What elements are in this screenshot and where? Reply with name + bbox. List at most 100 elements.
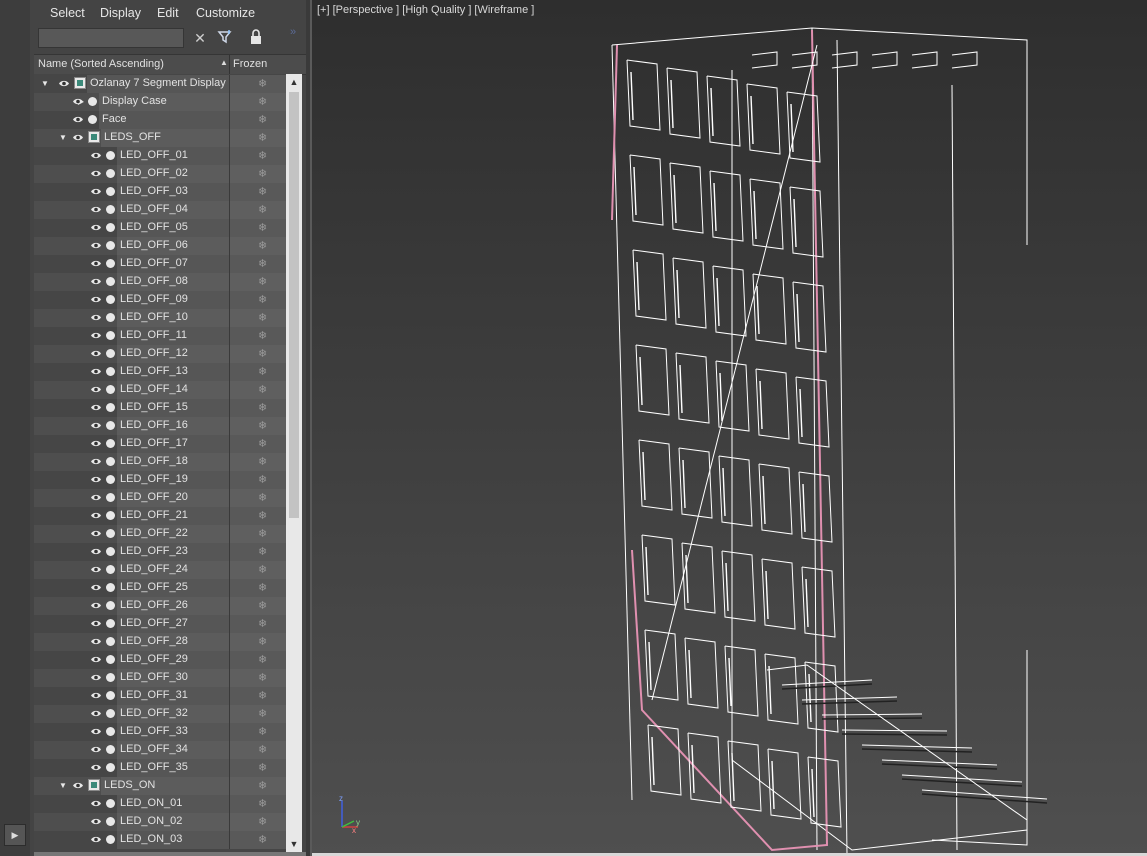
freeze-snowflake-icon[interactable]: ❄ bbox=[258, 167, 267, 180]
menu-display[interactable]: Display bbox=[100, 6, 141, 20]
object-row[interactable]: LED_OFF_05 ❄ bbox=[34, 219, 286, 237]
visibility-eye-icon[interactable] bbox=[90, 709, 102, 718]
object-row[interactable]: LED_OFF_31 ❄ bbox=[34, 687, 286, 705]
freeze-snowflake-icon[interactable]: ❄ bbox=[258, 797, 267, 810]
collapse-arrow-icon[interactable]: ▼ bbox=[58, 777, 68, 795]
object-row[interactable]: LED_OFF_19 ❄ bbox=[34, 471, 286, 489]
visibility-eye-icon[interactable] bbox=[90, 745, 102, 754]
collapse-arrow-icon[interactable]: ▼ bbox=[40, 75, 50, 93]
scroll-up-icon[interactable]: ▲ bbox=[286, 74, 302, 90]
scroll-thumb[interactable] bbox=[289, 92, 299, 518]
object-row[interactable]: LED_OFF_12 ❄ bbox=[34, 345, 286, 363]
tree-item-label[interactable]: LED_ON_01 bbox=[120, 797, 182, 809]
visibility-eye-icon[interactable] bbox=[90, 673, 102, 682]
freeze-snowflake-icon[interactable]: ❄ bbox=[258, 347, 267, 360]
tree-item-label[interactable]: LED_OFF_03 bbox=[120, 185, 188, 197]
tree-item-label[interactable]: LED_OFF_35 bbox=[120, 761, 188, 773]
tree-item-label[interactable]: LED_OFF_02 bbox=[120, 167, 188, 179]
freeze-snowflake-icon[interactable]: ❄ bbox=[258, 689, 267, 702]
object-row[interactable]: LED_OFF_21 ❄ bbox=[34, 507, 286, 525]
tree-item-label[interactable]: LED_OFF_31 bbox=[120, 689, 188, 701]
tree-item-label[interactable]: LED_OFF_28 bbox=[120, 635, 188, 647]
visibility-eye-icon[interactable] bbox=[90, 439, 102, 448]
tree-item-label[interactable]: LED_OFF_26 bbox=[120, 599, 188, 611]
object-row[interactable]: LED_ON_02 ❄ bbox=[34, 813, 286, 831]
freeze-snowflake-icon[interactable]: ❄ bbox=[258, 491, 267, 504]
visibility-eye-icon[interactable] bbox=[90, 727, 102, 736]
collapse-toolbar-icon[interactable]: » bbox=[290, 26, 296, 38]
object-row[interactable]: LED_OFF_26 ❄ bbox=[34, 597, 286, 615]
visibility-eye-icon[interactable] bbox=[90, 259, 102, 268]
object-row[interactable]: LED_OFF_06 ❄ bbox=[34, 237, 286, 255]
tree-item-label[interactable]: LED_OFF_04 bbox=[120, 203, 188, 215]
tree-item-label[interactable]: LED_OFF_19 bbox=[120, 473, 188, 485]
visibility-eye-icon[interactable] bbox=[90, 583, 102, 592]
object-row[interactable]: LED_OFF_14 ❄ bbox=[34, 381, 286, 399]
tree-item-label[interactable]: LED_ON_03 bbox=[120, 833, 182, 845]
object-row[interactable]: LED_OFF_18 ❄ bbox=[34, 453, 286, 471]
object-row[interactable]: LED_OFF_24 ❄ bbox=[34, 561, 286, 579]
visibility-eye-icon[interactable] bbox=[90, 565, 102, 574]
freeze-snowflake-icon[interactable]: ❄ bbox=[258, 401, 267, 414]
tree-item-label[interactable]: LED_OFF_33 bbox=[120, 725, 188, 737]
visibility-eye-icon[interactable] bbox=[90, 601, 102, 610]
tree-item-label[interactable]: LED_OFF_32 bbox=[120, 707, 188, 719]
tree-item-label[interactable]: LED_OFF_29 bbox=[120, 653, 188, 665]
freeze-snowflake-icon[interactable]: ❄ bbox=[258, 311, 267, 324]
tree-item-label[interactable]: LED_OFF_10 bbox=[120, 311, 188, 323]
object-row[interactable]: LED_OFF_35 ❄ bbox=[34, 759, 286, 777]
object-row[interactable]: LED_OFF_33 ❄ bbox=[34, 723, 286, 741]
tree-item-label[interactable]: Ozlanay 7 Segment Display bbox=[90, 77, 226, 89]
menu-select[interactable]: Select bbox=[50, 6, 85, 20]
freeze-snowflake-icon[interactable]: ❄ bbox=[258, 653, 267, 666]
tree-item-label[interactable]: LEDS_OFF bbox=[104, 131, 161, 143]
visibility-eye-icon[interactable] bbox=[90, 205, 102, 214]
object-row[interactable]: LED_OFF_25 ❄ bbox=[34, 579, 286, 597]
freeze-snowflake-icon[interactable]: ❄ bbox=[258, 581, 267, 594]
freeze-snowflake-icon[interactable]: ❄ bbox=[258, 437, 267, 450]
freeze-snowflake-icon[interactable]: ❄ bbox=[258, 545, 267, 558]
tree-item-label[interactable]: LED_OFF_01 bbox=[120, 149, 188, 161]
visibility-eye-icon[interactable] bbox=[90, 511, 102, 520]
object-row[interactable]: LED_OFF_08 ❄ bbox=[34, 273, 286, 291]
object-row[interactable]: LED_OFF_15 ❄ bbox=[34, 399, 286, 417]
tree-item-label[interactable]: LED_OFF_07 bbox=[120, 257, 188, 269]
freeze-snowflake-icon[interactable]: ❄ bbox=[258, 221, 267, 234]
freeze-snowflake-icon[interactable]: ❄ bbox=[258, 329, 267, 342]
object-row[interactable]: LED_OFF_22 ❄ bbox=[34, 525, 286, 543]
expand-panel-button[interactable]: ▶ bbox=[4, 824, 26, 846]
layer-row[interactable]: ▼ LEDS_ON ❄ bbox=[34, 777, 286, 795]
freeze-snowflake-icon[interactable]: ❄ bbox=[258, 833, 267, 846]
visibility-eye-icon[interactable] bbox=[72, 781, 84, 790]
freeze-snowflake-icon[interactable]: ❄ bbox=[258, 473, 267, 486]
object-row[interactable]: LED_ON_03 ❄ bbox=[34, 831, 286, 849]
object-row[interactable]: LED_ON_01 ❄ bbox=[34, 795, 286, 813]
visibility-eye-icon[interactable] bbox=[90, 367, 102, 376]
tree-scrollbar[interactable]: ▲ ▼ bbox=[286, 74, 302, 854]
tree-item-label[interactable]: LED_OFF_14 bbox=[120, 383, 188, 395]
visibility-eye-icon[interactable] bbox=[72, 97, 84, 106]
tree-item-label[interactable]: LED_ON_02 bbox=[120, 815, 182, 827]
freeze-snowflake-icon[interactable]: ❄ bbox=[258, 293, 267, 306]
freeze-snowflake-icon[interactable]: ❄ bbox=[258, 275, 267, 288]
visibility-eye-icon[interactable] bbox=[90, 619, 102, 628]
visibility-eye-icon[interactable] bbox=[90, 349, 102, 358]
freeze-snowflake-icon[interactable]: ❄ bbox=[258, 509, 267, 522]
layer-row[interactable]: ▼ LEDS_OFF ❄ bbox=[34, 129, 286, 147]
visibility-eye-icon[interactable] bbox=[90, 421, 102, 430]
freeze-snowflake-icon[interactable]: ❄ bbox=[258, 365, 267, 378]
freeze-snowflake-icon[interactable]: ❄ bbox=[258, 185, 267, 198]
tree-item-label[interactable]: LED_OFF_12 bbox=[120, 347, 188, 359]
visibility-eye-icon[interactable] bbox=[90, 151, 102, 160]
freeze-snowflake-icon[interactable]: ❄ bbox=[258, 113, 267, 126]
freeze-snowflake-icon[interactable]: ❄ bbox=[258, 815, 267, 828]
tree-item-label[interactable]: LED_OFF_06 bbox=[120, 239, 188, 251]
object-row[interactable]: LED_OFF_04 ❄ bbox=[34, 201, 286, 219]
visibility-eye-icon[interactable] bbox=[90, 169, 102, 178]
layer-row[interactable]: ▼ Ozlanay 7 Segment Display ❄ bbox=[34, 75, 286, 93]
freeze-snowflake-icon[interactable]: ❄ bbox=[258, 77, 267, 90]
tree-item-label[interactable]: LED_OFF_15 bbox=[120, 401, 188, 413]
tree-item-label[interactable]: LEDS_ON bbox=[104, 779, 155, 791]
freeze-snowflake-icon[interactable]: ❄ bbox=[258, 527, 267, 540]
lock-icon[interactable] bbox=[247, 29, 265, 47]
